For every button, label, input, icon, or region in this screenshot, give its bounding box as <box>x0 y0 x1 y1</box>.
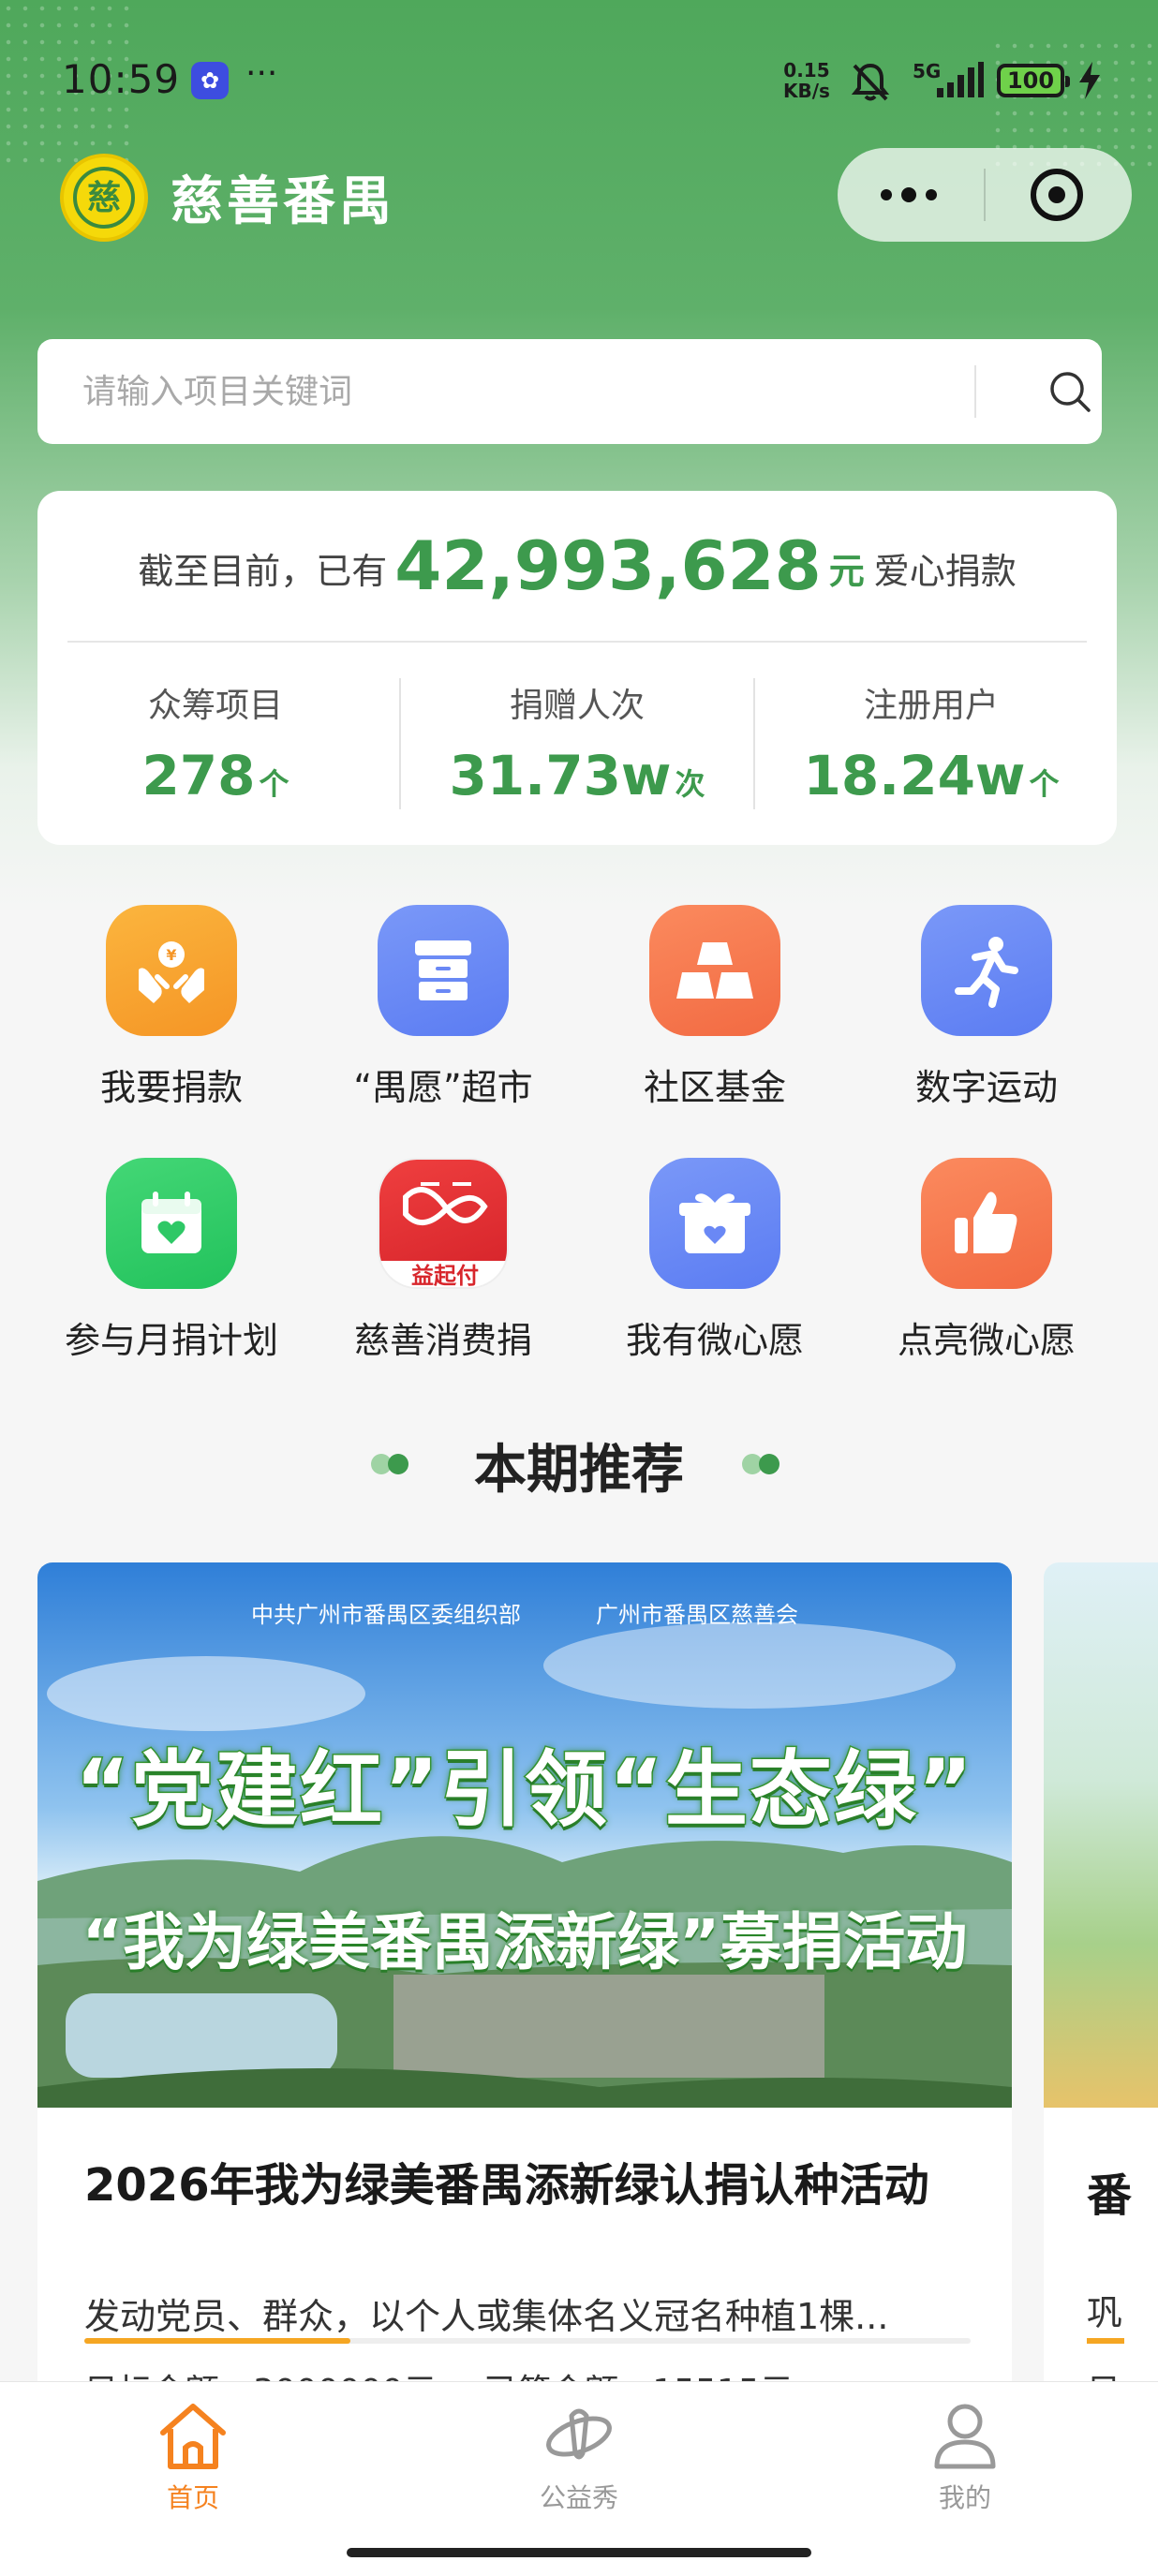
donation-stats-card: 截至目前，已有 42,993,628 元爱心捐款 众筹项目 278 个 捐赠人次 31… <box>37 491 1117 845</box>
recommendation-description: 巩 <box>1087 2292 1123 2333</box>
charging-bolt-icon <box>1079 62 1100 99</box>
home-indicator[interactable] <box>347 2548 811 2557</box>
quick-action-label: 我要捐款 <box>99 1067 243 1108</box>
gold-bars-icon <box>649 905 780 1036</box>
tab-profile[interactable]: 我的 <box>871 2399 1059 2515</box>
quick-action-donate[interactable]: ¥ 我要捐款 <box>36 905 307 1110</box>
quick-action-label: 数字运动 <box>914 1067 1058 1108</box>
gift-heart-icon <box>649 1158 780 1289</box>
yiqifu-logo-text: 益起付 <box>379 1261 507 1287</box>
yiqifu-logo-icon: 益起付 <box>378 1158 509 1289</box>
search-bar <box>37 339 1102 444</box>
status-bar: 10:59 ✿ ··· 0.15 KB/s 5G 100 <box>0 0 1158 159</box>
home-icon <box>160 2404 226 2469</box>
capsule-divider <box>984 169 986 221</box>
search-input[interactable] <box>82 367 926 416</box>
section-decoration-right <box>742 1454 787 1474</box>
quick-action-supermarket[interactable]: “禺愿”超市 <box>307 905 579 1110</box>
mute-icon <box>851 63 890 101</box>
divider <box>67 641 1087 643</box>
mini-program-capsule <box>838 148 1132 242</box>
app-title: 慈善番禺 <box>171 170 395 232</box>
recommendation-description: 发动党员、群众，以个人或集体名义冠名种植1棵... <box>84 2296 889 2337</box>
search-divider <box>974 365 976 418</box>
quick-action-my-wish[interactable]: 我有微心愿 <box>579 1158 851 1363</box>
fundraising-progress-bar <box>84 2338 971 2344</box>
tab-label: 我的 <box>938 2482 991 2513</box>
banner-subheadline: “我为绿美番禺添新绿”募捐活动 <box>82 1906 968 1978</box>
donate-hands-icon: ¥ <box>106 905 237 1036</box>
more-notifications-icon: ··· <box>245 54 278 93</box>
more-options-button[interactable] <box>871 170 946 219</box>
calendar-heart-icon <box>106 1158 237 1289</box>
recommendation-banner-image: 中共广州市番禺区委组织部 广州市番禺区慈善会 “党建红”引领“生态绿” “我为绿美… <box>37 1562 1012 2108</box>
progress-fill <box>84 2338 350 2344</box>
quick-action-label: 社区基金 <box>643 1067 786 1108</box>
stat-registered-users: 注册用户 18.24w 个 <box>803 687 1060 807</box>
recommendation-banner-image <box>1044 1562 1158 2108</box>
network-speed: 0.15 KB/s <box>783 59 830 102</box>
quick-action-label: 参与月捐计划 <box>64 1320 278 1361</box>
progress-fill <box>1087 2338 1124 2344</box>
status-time: 10:59 <box>62 56 181 102</box>
close-mini-program-button[interactable] <box>1031 169 1083 221</box>
recommendation-card-next[interactable]: 番 巩 目 <box>1044 1562 1158 2406</box>
app-logo: 慈 <box>60 154 148 242</box>
tab-home[interactable]: 首页 <box>99 2399 287 2515</box>
running-person-icon <box>921 905 1052 1036</box>
search-icon[interactable] <box>1046 367 1094 416</box>
svg-text:¥: ¥ <box>166 946 176 964</box>
quick-action-light-up-wish[interactable]: 点亮微心愿 <box>851 1158 1122 1363</box>
cabinet-icon <box>378 905 509 1036</box>
battery-indicator: 100 <box>997 64 1070 97</box>
recommendation-title: 番 <box>1087 2169 1133 2222</box>
app-notification-icon: ✿ <box>191 62 229 99</box>
quick-action-label: 点亮微心愿 <box>897 1320 1076 1361</box>
banner-organizers: 中共广州市番禺区委组织部 广州市番禺区慈善会 <box>251 1602 798 1628</box>
section-title: 本期推荐 <box>474 1440 684 1501</box>
quick-action-label: “禺愿”超市 <box>353 1067 533 1108</box>
tab-label: 首页 <box>166 2482 219 2513</box>
user-icon <box>934 2404 996 2469</box>
stat-donation-count: 捐赠人次 31.73w 次 <box>449 687 705 807</box>
signal-strength-icon <box>937 62 984 97</box>
logo-mark: 慈 <box>73 167 135 229</box>
quick-action-monthly-donation[interactable]: 参与月捐计划 <box>36 1158 307 1363</box>
total-donation-amount: 42,993,628 <box>394 526 822 605</box>
quick-action-consumption-donation[interactable]: 益起付 慈善消费捐 <box>307 1158 579 1363</box>
quick-action-digital-sports[interactable]: 数字运动 <box>851 905 1122 1110</box>
bottom-tab-bar: 首页 公益秀 我的 <box>0 2381 1158 2522</box>
tab-charity-show[interactable]: 公益秀 <box>485 2399 673 2515</box>
quick-action-community-fund[interactable]: 社区基金 <box>579 905 851 1110</box>
quick-action-label: 慈善消费捐 <box>353 1320 532 1361</box>
quick-action-label: 我有微心愿 <box>625 1320 804 1361</box>
tab-label: 公益秀 <box>539 2482 618 2513</box>
thumbs-up-icon <box>921 1158 1052 1289</box>
recommendation-card[interactable]: 中共广州市番禺区委组织部 广州市番禺区慈善会 “党建红”引领“生态绿” “我为绿美… <box>37 1562 1012 2406</box>
recommendation-title: 2026年我为绿美番禺添新绿认捐认种活动 <box>84 2159 929 2212</box>
charity-show-icon <box>546 2408 612 2460</box>
stat-crowdfunding-projects: 众筹项目 278 个 <box>141 687 290 807</box>
banner-headline: “党建红”引领“生态绿” <box>74 1740 974 1840</box>
total-donation-summary: 截至目前，已有 42,993,628 元爱心捐款 <box>138 526 1017 605</box>
